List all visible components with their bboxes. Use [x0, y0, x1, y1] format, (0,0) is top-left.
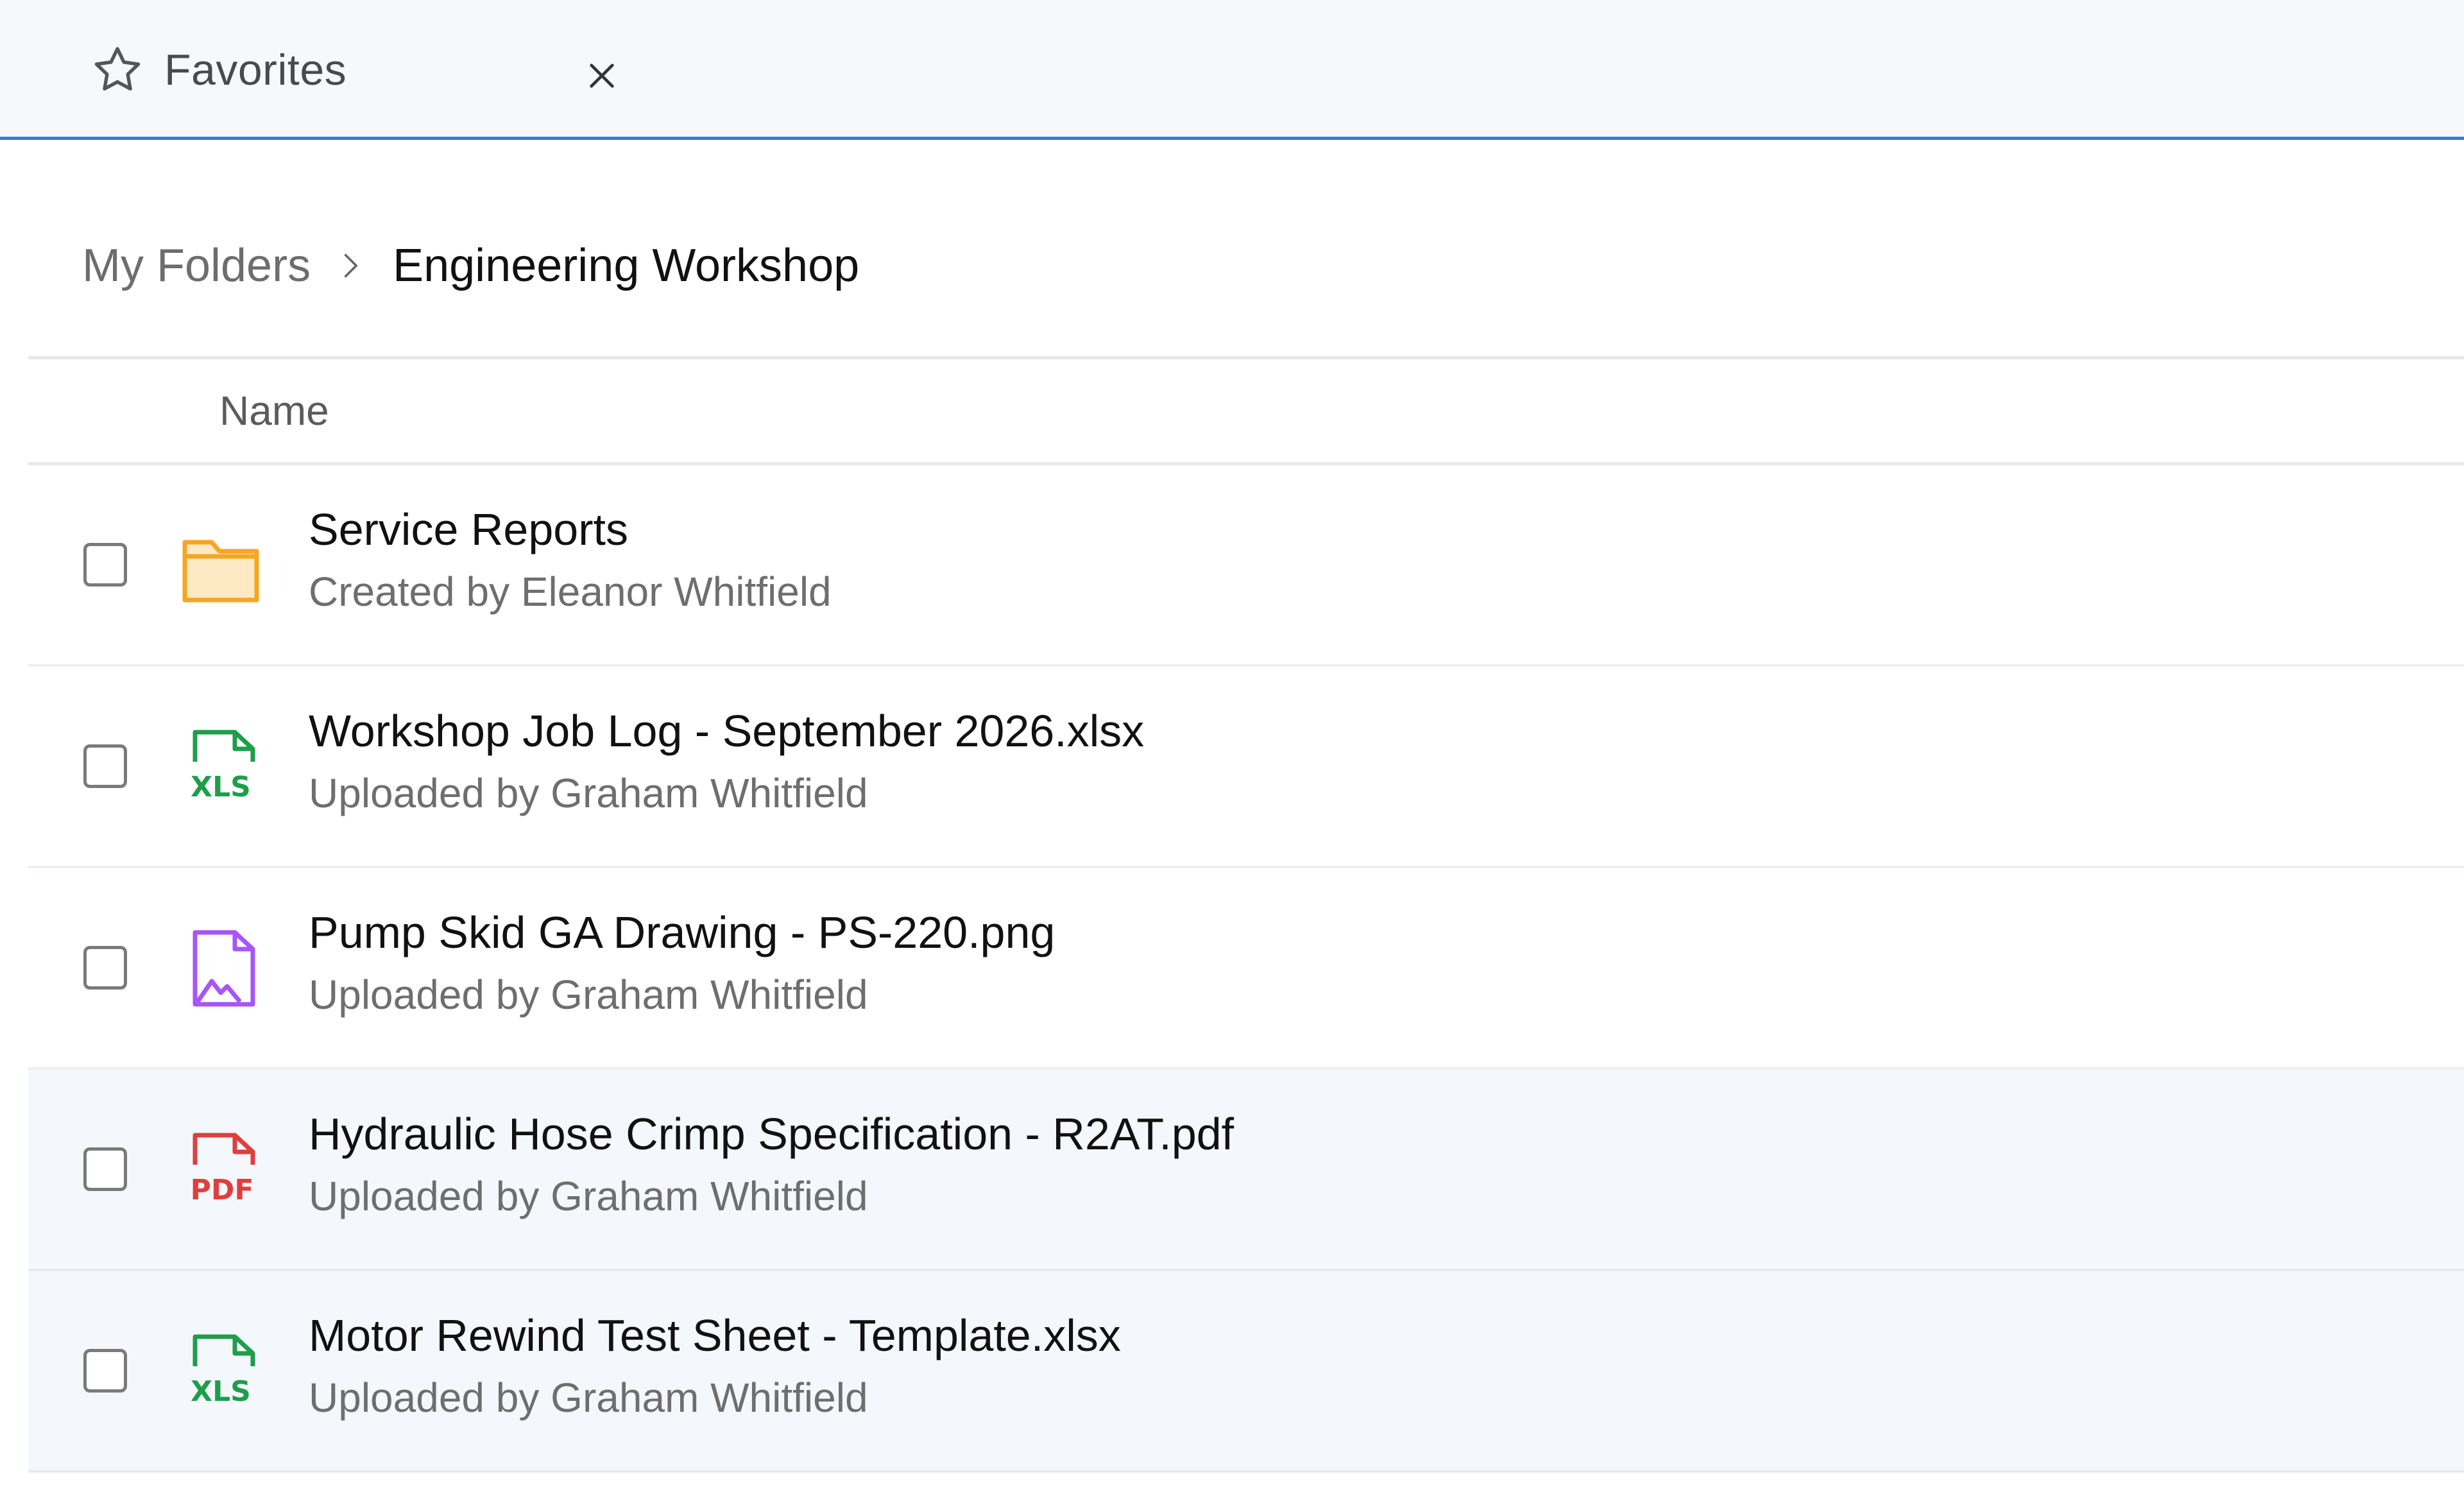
row-checkbox[interactable] [83, 1147, 127, 1191]
breadcrumb-my-folders[interactable]: My Folders [82, 239, 311, 292]
svg-text:XLS: XLS [191, 771, 251, 803]
file-meta: Uploaded by Graham Whitfield [309, 972, 868, 1018]
row-checkbox[interactable] [83, 1349, 127, 1393]
chevron-right-icon [344, 253, 358, 278]
table-row[interactable]: Pump Skid GA Drawing - PS-220.png Upload… [28, 868, 2464, 1070]
breadcrumb-current: Engineering Workshop [393, 240, 860, 291]
svg-text:XLS: XLS [191, 1375, 251, 1408]
table-header: Name [28, 356, 2464, 465]
table-row[interactable]: XLS Motor Rewind Test Sheet - Template.x… [28, 1271, 2464, 1473]
breadcrumb: My Folders Engineering Workshop [82, 234, 859, 298]
file-name[interactable]: Hydraulic Hose Crimp Specification - R2A… [309, 1108, 1234, 1160]
file-name[interactable]: Workshop Job Log - September 2026.xlsx [309, 705, 1144, 757]
file-meta: Created by Eleanor Whitfield [309, 569, 832, 615]
table-row[interactable]: XLS Workshop Job Log - September 2026.xl… [28, 667, 2464, 868]
tab-bar: Favorites [0, 0, 2464, 140]
folder-icon [176, 523, 266, 606]
file-table: Name Service Reports Created by Eleanor … [28, 356, 2464, 1473]
file-meta: Uploaded by Graham Whitfield [309, 1375, 868, 1421]
row-checkbox[interactable] [83, 543, 127, 587]
row-checkbox[interactable] [83, 946, 127, 990]
close-icon[interactable] [584, 58, 620, 94]
column-header-name[interactable]: Name [219, 387, 329, 434]
star-icon [94, 47, 141, 91]
tab-label: Favorites [164, 46, 347, 94]
tab-favorites[interactable]: Favorites [58, 0, 648, 140]
file-meta: Uploaded by Graham Whitfield [309, 1173, 868, 1219]
image-file-icon [176, 926, 266, 1009]
file-name[interactable]: Pump Skid GA Drawing - PS-220.png [309, 907, 1055, 958]
pdf-file-icon: PDF [176, 1128, 266, 1211]
table-row[interactable]: PDF Hydraulic Hose Crimp Specification -… [28, 1070, 2464, 1271]
file-meta: Uploaded by Graham Whitfield [309, 770, 868, 816]
xls-file-icon: XLS [176, 725, 266, 808]
file-name[interactable]: Motor Rewind Test Sheet - Template.xlsx [309, 1310, 1121, 1361]
svg-text:PDF: PDF [191, 1174, 254, 1206]
xls-file-icon: XLS [176, 1329, 266, 1412]
row-checkbox[interactable] [83, 744, 127, 788]
file-name[interactable]: Service Reports [309, 504, 628, 555]
table-row[interactable]: Service Reports Created by Eleanor Whitf… [28, 465, 2464, 667]
